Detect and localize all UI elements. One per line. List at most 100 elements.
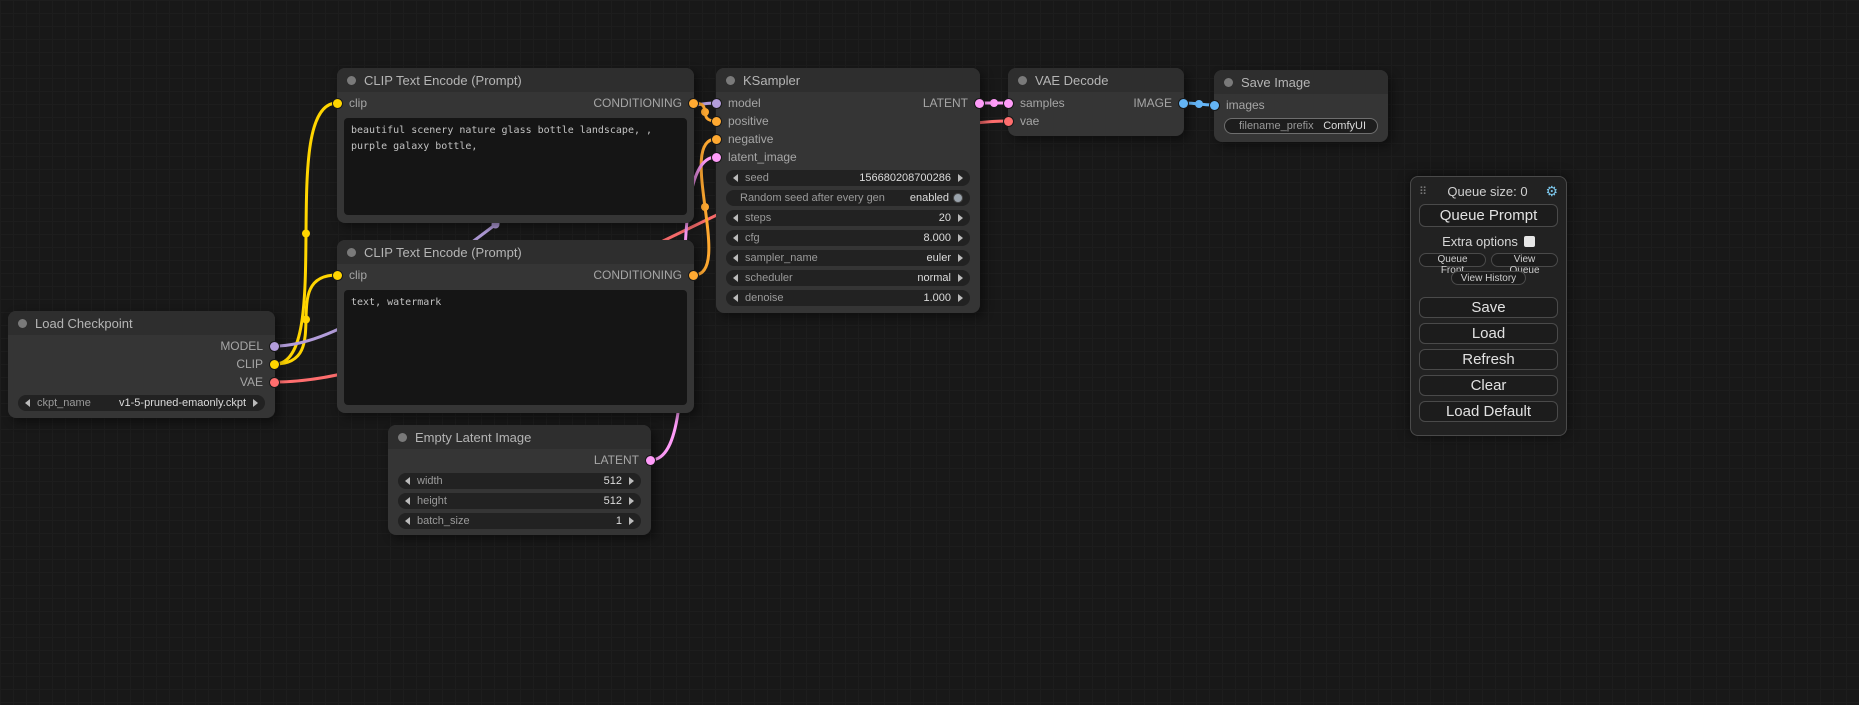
refresh-button[interactable]: Refresh [1419, 349, 1558, 370]
output-port-vae[interactable] [270, 378, 279, 387]
widget-value: normal [917, 272, 951, 284]
collapse-dot-icon[interactable] [726, 76, 735, 85]
input-port-negative[interactable] [712, 135, 721, 144]
decrement-arrow-icon[interactable] [733, 294, 738, 302]
load-button[interactable]: Load [1419, 323, 1558, 344]
node-title-bar[interactable]: Load Checkpoint [8, 311, 275, 335]
widget-name: cfg [745, 232, 916, 244]
decrement-arrow-icon[interactable] [25, 399, 30, 407]
collapse-dot-icon[interactable] [1224, 78, 1233, 87]
link-midpoint-dot [302, 316, 310, 324]
decrement-arrow-icon[interactable] [405, 517, 410, 525]
decrement-arrow-icon[interactable] [733, 174, 738, 182]
widget-filename-prefix[interactable]: filename_prefix ComfyUI [1224, 118, 1378, 134]
input-label-negative: negative [728, 132, 773, 146]
node-title-bar[interactable]: CLIP Text Encode (Prompt) [337, 240, 694, 264]
node-empty-latent-image[interactable]: Empty Latent Image LATENT width 512 heig… [388, 425, 651, 535]
node-title-bar[interactable]: CLIP Text Encode (Prompt) [337, 68, 694, 92]
widget-batch-size[interactable]: batch_size 1 [398, 513, 641, 529]
collapse-dot-icon[interactable] [347, 76, 356, 85]
collapse-dot-icon[interactable] [347, 248, 356, 257]
output-port-clip[interactable] [270, 360, 279, 369]
node-clip-text-encode-negative[interactable]: CLIP Text Encode (Prompt) clip CONDITION… [337, 240, 694, 413]
node-title-bar[interactable]: KSampler [716, 68, 980, 92]
input-label-images: images [1226, 98, 1265, 112]
widget-width[interactable]: width 512 [398, 473, 641, 489]
widget-value: 512 [604, 475, 622, 487]
node-title-bar[interactable]: Empty Latent Image [388, 425, 651, 449]
node-graph-canvas[interactable]: Load Checkpoint MODEL CLIP VAE ckpt_name… [0, 0, 1859, 705]
increment-arrow-icon[interactable] [629, 497, 634, 505]
decrement-arrow-icon[interactable] [733, 254, 738, 262]
node-title-bar[interactable]: Save Image [1214, 70, 1388, 94]
collapse-dot-icon[interactable] [1018, 76, 1027, 85]
drag-handle-icon[interactable]: ⠿ [1419, 185, 1433, 198]
clear-button[interactable]: Clear [1419, 375, 1558, 396]
queue-prompt-button[interactable]: Queue Prompt [1419, 204, 1558, 227]
node-title: Empty Latent Image [415, 430, 531, 445]
increment-arrow-icon[interactable] [629, 477, 634, 485]
output-port-conditioning[interactable] [689, 271, 698, 280]
decrement-arrow-icon[interactable] [405, 477, 410, 485]
output-port-conditioning[interactable] [689, 99, 698, 108]
increment-arrow-icon[interactable] [958, 234, 963, 242]
negative-prompt-textarea[interactable]: text, watermark [344, 290, 687, 405]
output-port-image[interactable] [1179, 99, 1188, 108]
collapse-dot-icon[interactable] [398, 433, 407, 442]
input-label-positive: positive [728, 114, 769, 128]
widget-height[interactable]: height 512 [398, 493, 641, 509]
widget-steps[interactable]: steps 20 [726, 210, 970, 226]
input-port-latent-image[interactable] [712, 153, 721, 162]
widget-seed[interactable]: seed 156680208700286 [726, 170, 970, 186]
widget-name: Random seed after every gen [740, 192, 903, 204]
increment-arrow-icon[interactable] [958, 214, 963, 222]
decrement-arrow-icon[interactable] [733, 234, 738, 242]
save-button[interactable]: Save [1419, 297, 1558, 318]
input-port-samples[interactable] [1004, 99, 1013, 108]
load-default-button[interactable]: Load Default [1419, 401, 1558, 422]
widget-value: ComfyUI [1323, 120, 1366, 132]
widget-ckpt-name[interactable]: ckpt_name v1-5-pruned-emaonly.ckpt [18, 395, 265, 411]
link-midpoint-dot [990, 99, 998, 107]
input-port-model[interactable] [712, 99, 721, 108]
input-port-vae[interactable] [1004, 117, 1013, 126]
output-port-latent[interactable] [646, 456, 655, 465]
positive-prompt-textarea[interactable]: beautiful scenery nature glass bottle la… [344, 118, 687, 215]
increment-arrow-icon[interactable] [958, 294, 963, 302]
increment-arrow-icon[interactable] [629, 517, 634, 525]
input-port-clip[interactable] [333, 271, 342, 280]
queue-front-button[interactable]: Queue Front [1419, 253, 1486, 267]
widget-scheduler[interactable]: scheduler normal [726, 270, 970, 286]
view-queue-button[interactable]: View Queue [1491, 253, 1558, 267]
toggle-knob-icon[interactable] [953, 193, 963, 203]
decrement-arrow-icon[interactable] [733, 274, 738, 282]
increment-arrow-icon[interactable] [958, 174, 963, 182]
decrement-arrow-icon[interactable] [733, 214, 738, 222]
increment-arrow-icon[interactable] [958, 254, 963, 262]
view-history-button[interactable]: View History [1451, 271, 1526, 285]
output-port-latent[interactable] [975, 99, 984, 108]
output-port-model[interactable] [270, 342, 279, 351]
input-label-samples: samples [1020, 96, 1065, 110]
widget-denoise[interactable]: denoise 1.000 [726, 290, 970, 306]
widget-value: euler [927, 252, 951, 264]
widget-value: 1.000 [923, 292, 951, 304]
settings-gear-icon[interactable]: ⚙ [1542, 183, 1558, 200]
widget-sampler-name[interactable]: sampler_name euler [726, 250, 970, 266]
input-port-positive[interactable] [712, 117, 721, 126]
increment-arrow-icon[interactable] [958, 274, 963, 282]
node-title-bar[interactable]: VAE Decode [1008, 68, 1184, 92]
decrement-arrow-icon[interactable] [405, 497, 410, 505]
node-vae-decode[interactable]: VAE Decode samples IMAGE vae [1008, 68, 1184, 136]
collapse-dot-icon[interactable] [18, 319, 27, 328]
input-port-clip[interactable] [333, 99, 342, 108]
node-ksampler[interactable]: KSampler model LATENT positive negative … [716, 68, 980, 313]
widget-random-seed-toggle[interactable]: Random seed after every gen enabled [726, 190, 970, 206]
widget-cfg[interactable]: cfg 8.000 [726, 230, 970, 246]
input-port-images[interactable] [1210, 101, 1219, 110]
increment-arrow-icon[interactable] [253, 399, 258, 407]
node-clip-text-encode-positive[interactable]: CLIP Text Encode (Prompt) clip CONDITION… [337, 68, 694, 223]
node-load-checkpoint[interactable]: Load Checkpoint MODEL CLIP VAE ckpt_name… [8, 311, 275, 418]
node-save-image[interactable]: Save Image images filename_prefix ComfyU… [1214, 70, 1388, 142]
extra-options-checkbox[interactable] [1524, 236, 1535, 247]
